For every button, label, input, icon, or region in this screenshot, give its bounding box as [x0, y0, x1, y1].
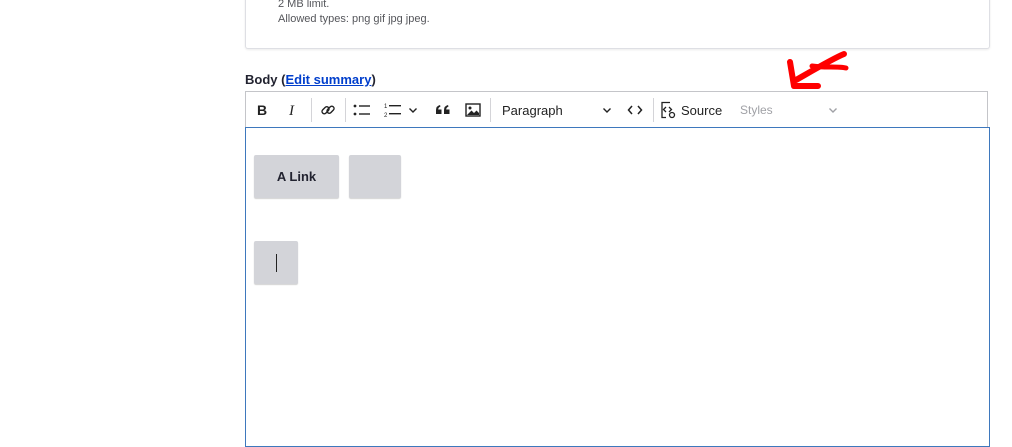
- toolbar-separator: [490, 98, 491, 122]
- link-button-label: A Link: [276, 169, 317, 184]
- numbered-list-dropdown[interactable]: [406, 96, 420, 124]
- bold-icon: B: [257, 103, 267, 117]
- image-icon: [465, 103, 481, 117]
- numbered-list-icon: 1 2: [384, 104, 401, 118]
- editor-toolbar: B I 1 2 Paragraph Source Styles: [245, 91, 988, 127]
- svg-text:2: 2: [384, 113, 388, 118]
- body-editor[interactable]: A Link: [245, 127, 990, 447]
- edit-summary-link[interactable]: Edit summary: [285, 72, 371, 87]
- numbered-list-button[interactable]: 1 2: [382, 96, 404, 124]
- heading-select[interactable]: Paragraph: [496, 96, 616, 124]
- link-button-widget[interactable]: A Link: [254, 155, 339, 198]
- code-icon: [627, 105, 643, 115]
- blockquote-icon: [436, 105, 450, 114]
- active-button-widget[interactable]: [254, 241, 298, 284]
- close-paren: ): [371, 72, 376, 87]
- source-button[interactable]: Source: [659, 96, 725, 124]
- italic-button[interactable]: I: [282, 96, 304, 124]
- image-button[interactable]: [462, 96, 484, 124]
- body-label-text: Body: [245, 72, 278, 87]
- styles-select[interactable]: Styles: [732, 96, 842, 124]
- italic-icon: I: [288, 103, 295, 117]
- chevron-down-icon: [829, 108, 837, 113]
- code-button[interactable]: [623, 96, 647, 124]
- source-label: Source: [681, 102, 723, 118]
- styles-select-value: Styles: [740, 103, 773, 117]
- body-field-label: Body (Edit summary): [245, 72, 376, 88]
- toolbar-separator: [653, 98, 654, 122]
- blockquote-button[interactable]: [432, 96, 454, 124]
- toolbar-separator: [311, 98, 312, 122]
- bulleted-list-icon: [353, 104, 370, 116]
- size-limit-text: 2 MB limit.: [278, 0, 330, 10]
- source-icon: [661, 101, 676, 119]
- bulleted-list-button[interactable]: [350, 96, 374, 124]
- file-upload-description: 2 MB limit. Allowed types: png gif jpg j…: [245, 0, 990, 49]
- empty-button-widget[interactable]: [349, 155, 401, 198]
- toolbar-separator: [345, 98, 346, 122]
- heading-select-value: Paragraph: [502, 102, 563, 118]
- annotation-arrow-icon: [787, 51, 849, 89]
- bold-button[interactable]: B: [252, 96, 274, 124]
- svg-text:1: 1: [384, 104, 388, 110]
- link-button[interactable]: [317, 96, 339, 124]
- svg-text:B: B: [257, 103, 267, 117]
- chevron-down-icon: [409, 108, 417, 113]
- svg-text:I: I: [288, 103, 295, 117]
- link-icon: [321, 105, 335, 115]
- allowed-types-text: Allowed types: png gif jpg jpeg.: [278, 13, 430, 25]
- text-caret: [275, 253, 277, 272]
- chevron-down-icon: [603, 108, 611, 113]
